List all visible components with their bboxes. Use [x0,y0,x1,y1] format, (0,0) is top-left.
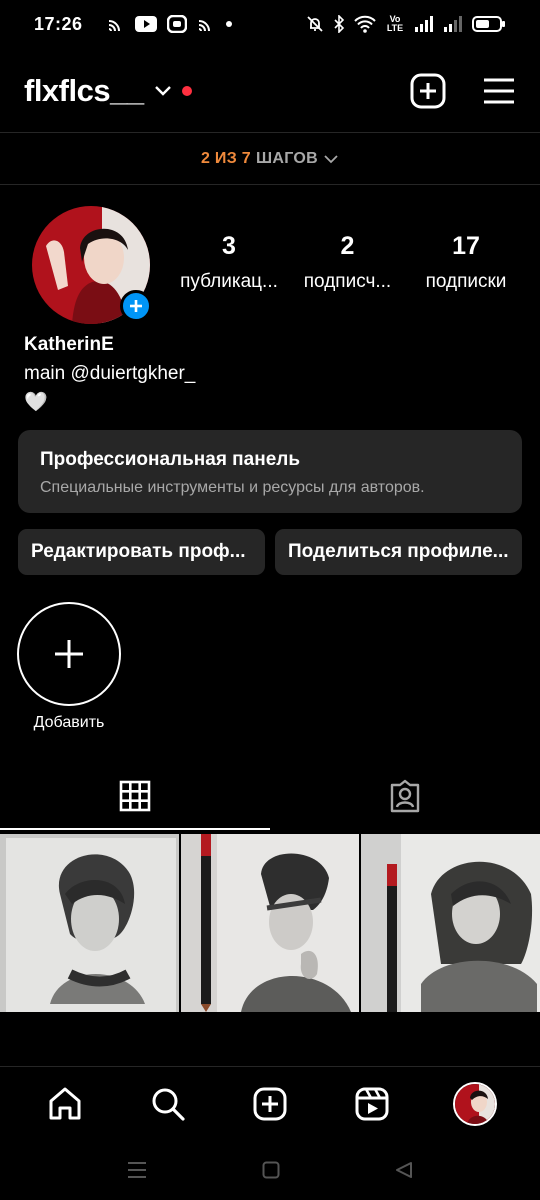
divider [0,184,540,185]
signal-icon [444,16,462,32]
add-highlight-label: Добавить [33,714,105,731]
nav-home[interactable] [35,1074,95,1134]
divider [0,132,540,133]
stat-value: 2 [340,232,355,260]
youtube-icon [134,16,157,32]
post-thumbnail[interactable] [0,834,179,1012]
plus-icon [55,640,83,668]
active-tab-indicator [0,828,270,830]
professional-dashboard[interactable]: Профессиональная панель Специальные инст… [18,430,522,513]
share-profile-button[interactable]: Поделиться профиле... [275,529,522,575]
profile-name: KatherinE [24,334,114,355]
search-icon [152,1088,185,1121]
profile-stats: 3 публикац... 2 подписч... 17 подписки [170,232,525,293]
status-bar: 17:26 Vo LTE [0,0,540,48]
steps-progress: 2 ИЗ 7 [200,150,251,167]
tab-tagged[interactable] [270,762,540,830]
add-highlight-button[interactable] [17,602,121,706]
avatar [452,1081,497,1126]
profile-bio: KatherinE main @duiertgkher_ 🤍 [24,330,195,417]
battery-icon [472,16,505,32]
edit-profile-button[interactable]: Редактировать проф... [18,529,265,575]
tab-posts-grid[interactable] [0,762,270,830]
profile-avatar[interactable] [32,206,152,324]
nav-search[interactable] [138,1074,198,1134]
posts-grid [0,834,540,1012]
bio-text[interactable]: main @duiertgkher_ [24,359,195,388]
chevron-down-icon [324,155,338,164]
bluetooth-icon [334,15,345,33]
tagged-icon [390,779,420,813]
notification-dot [181,86,192,96]
stat-value: 3 [222,232,236,260]
new-post-icon[interactable] [410,73,446,109]
signal-icon [415,16,433,32]
stat-value: 17 [452,232,480,260]
account-switcher[interactable]: flxflcs__ [24,73,144,109]
content-tabs [0,762,540,830]
steps-label: ШАГОВ [256,150,318,167]
nav-reels[interactable] [342,1074,402,1134]
nav-create[interactable] [240,1074,300,1134]
stat-label: подписч... [303,271,392,292]
create-icon [253,1087,287,1120]
stat-posts[interactable]: 3 публикац... [170,232,288,293]
pro-panel-title: Профессиональная панель [40,449,301,470]
back-icon[interactable] [395,1161,413,1179]
vpn-icon [166,15,187,33]
status-time: 17:26 [34,13,83,34]
cast-icon [198,20,210,32]
onboarding-steps[interactable]: 2 ИЗ 7 ШАГОВ [0,134,540,184]
stat-followers[interactable]: 2 подписч... [289,232,407,293]
chevron-down-icon[interactable] [154,85,172,97]
post-thumbnail[interactable] [180,834,360,1012]
home-icon [49,1087,81,1119]
stat-label: публикац... [180,271,278,292]
stat-following[interactable]: 17 подписки [407,232,525,293]
reels-icon [355,1087,389,1120]
grid-icon [119,780,151,812]
wifi-icon [354,15,376,33]
home-button-icon[interactable] [262,1161,280,1179]
menu-icon[interactable] [482,77,516,105]
cast-icon [108,20,120,32]
add-story-badge[interactable] [120,290,152,322]
dot-icon [225,21,232,27]
plus-icon [130,300,142,312]
pro-panel-subtitle: Специальные инструменты и ресурсы для ав… [40,479,425,496]
system-nav-bar [0,1140,540,1200]
profile-header: flxflcs__ [0,60,540,122]
volte-label: Vo LTE [386,14,404,33]
stat-label: подписки [425,271,507,292]
post-thumbnail[interactable] [361,834,540,1012]
nav-profile[interactable] [445,1074,505,1134]
recents-icon[interactable] [127,1161,147,1179]
bio-emoji: 🤍 [24,392,48,413]
mute-icon [307,16,323,32]
bottom-nav [0,1066,540,1140]
